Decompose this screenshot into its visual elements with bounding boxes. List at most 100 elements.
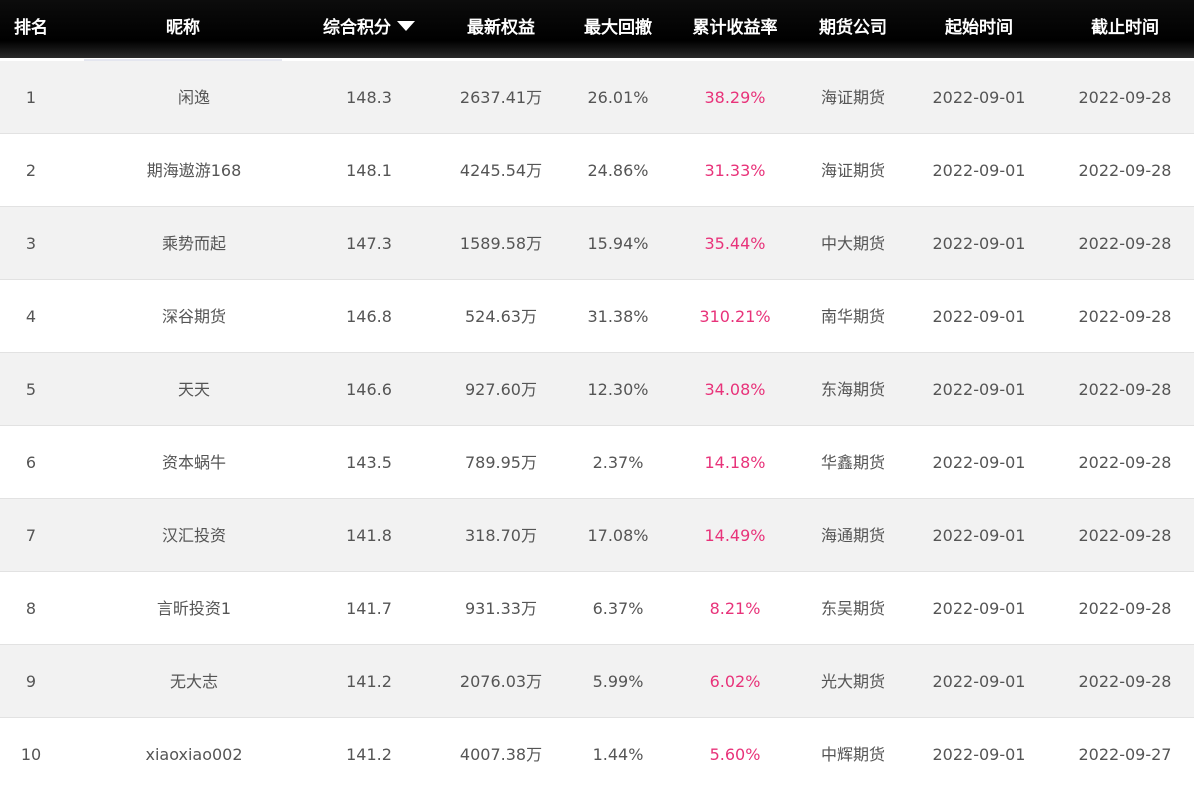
start-date-cell: 2022-09-01: [932, 526, 1026, 545]
rank-cell: 8: [25, 599, 37, 618]
equity-cell: 1589.58万: [459, 234, 543, 253]
end-date-cell: 2022-09-28: [1078, 88, 1172, 107]
score-cell: 141.8: [346, 526, 392, 545]
return-cell: 8.21%: [709, 599, 761, 618]
table-row[interactable]: 6 资本蜗牛 143.5 789.95万 2.37% 14.18% 华鑫期货 2022-09-…: [0, 426, 1194, 499]
start-date-cell: 2022-09-01: [932, 599, 1026, 618]
return-cell: 34.08%: [704, 380, 766, 399]
header-start[interactable]: 起始时间: [912, 0, 1046, 58]
equity-cell: 524.63万: [465, 307, 537, 326]
end-date-cell: 2022-09-28: [1078, 599, 1172, 618]
ranking-table: 排名 昵称 综合积分 最新权益 最大回撤 累计收益率 期货公司 起始时间 截止时…: [0, 0, 1194, 788]
table-row[interactable]: 1 闲逸 148.3 2637.41万 26.01% 38.29% 海证期货 2022-09-…: [0, 61, 1194, 134]
header-rank[interactable]: 排名: [0, 0, 62, 58]
table-row[interactable]: 7 汉汇投资 141.8 318.70万 17.08% 14.49% 海通期货 2022-09…: [0, 499, 1194, 572]
nickname-cell: 闲逸: [177, 88, 210, 107]
table-row[interactable]: 3 乘势而起 147.3 1589.58万 15.94% 35.44% 中大期货 2022-0…: [0, 207, 1194, 280]
return-cell: 6.02%: [709, 672, 761, 691]
score-cell: 141.7: [346, 599, 392, 618]
rank-cell: 10: [20, 745, 42, 764]
equity-cell: 4245.54万: [459, 161, 543, 180]
start-date-cell: 2022-09-01: [932, 745, 1026, 764]
company-cell: 海证期货: [820, 88, 885, 107]
company-cell: 中辉期货: [820, 745, 885, 764]
start-date-cell: 2022-09-01: [932, 88, 1026, 107]
header-score-label: 综合积分: [323, 18, 391, 38]
drawdown-cell: 17.08%: [587, 526, 649, 545]
sort-down-triangle-icon[interactable]: [397, 21, 415, 31]
table-row[interactable]: 9 无大志 141.2 2076.03万 5.99% 6.02% 光大期货 2022-09-0…: [0, 645, 1194, 718]
table-row[interactable]: 8 言昕投资1 141.7 931.33万 6.37% 8.21% 东吴期货 2022-09-…: [0, 572, 1194, 645]
equity-cell: 2076.03万: [459, 672, 543, 691]
company-cell: 华鑫期货: [820, 453, 885, 472]
rank-cell: 2: [25, 161, 37, 180]
company-cell: 南华期货: [820, 307, 885, 326]
end-date-cell: 2022-09-28: [1078, 380, 1172, 399]
score-cell: 146.8: [346, 307, 392, 326]
drawdown-cell: 6.37%: [592, 599, 644, 618]
equity-cell: 2637.41万: [459, 88, 543, 107]
start-date-cell: 2022-09-01: [932, 161, 1026, 180]
header-return[interactable]: 累计收益率: [676, 0, 794, 58]
end-date-cell: 2022-09-28: [1078, 453, 1172, 472]
header-score[interactable]: 综合积分: [306, 0, 432, 58]
start-date-cell: 2022-09-01: [932, 453, 1026, 472]
score-cell: 148.3: [346, 88, 392, 107]
rank-cell: 3: [25, 234, 37, 253]
company-cell: 东吴期货: [820, 599, 885, 618]
header-equity[interactable]: 最新权益: [436, 0, 566, 58]
equity-cell: 4007.38万: [459, 745, 543, 764]
end-date-cell: 2022-09-28: [1078, 234, 1172, 253]
start-date-cell: 2022-09-01: [932, 672, 1026, 691]
table-row[interactable]: 4 深谷期货 146.8 524.63万 31.38% 310.21% 南华期货 2022-0…: [0, 280, 1194, 353]
nickname-cell: 无大志: [169, 672, 218, 691]
table-row[interactable]: 10 xiaoxiao002 141.2 4007.38万 1.44% 5.60% 中辉期货…: [0, 718, 1194, 788]
company-cell: 东海期货: [820, 380, 885, 399]
table-row[interactable]: 5 天天 146.6 927.60万 12.30% 34.08% 东海期货 2022-09-0…: [0, 353, 1194, 426]
nickname-cell: xiaoxiao002: [145, 745, 243, 764]
start-date-cell: 2022-09-01: [932, 234, 1026, 253]
company-cell: 海证期货: [820, 161, 885, 180]
drawdown-cell: 26.01%: [587, 88, 649, 107]
equity-cell: 927.60万: [465, 380, 537, 399]
nickname-cell: 期海遨游168: [146, 161, 242, 180]
score-cell: 148.1: [346, 161, 392, 180]
nickname-cell: 天天: [177, 380, 210, 399]
company-cell: 中大期货: [820, 234, 885, 253]
drawdown-cell: 24.86%: [587, 161, 649, 180]
company-cell: 海通期货: [820, 526, 885, 545]
return-cell: 310.21%: [699, 307, 771, 326]
drawdown-cell: 12.30%: [587, 380, 649, 399]
return-cell: 31.33%: [704, 161, 766, 180]
rank-cell: 6: [25, 453, 37, 472]
nickname-cell: 深谷期货: [161, 307, 226, 326]
rank-cell: 5: [25, 380, 37, 399]
nickname-cell: 汉汇投资: [161, 526, 226, 545]
company-cell: 光大期货: [820, 672, 885, 691]
start-date-cell: 2022-09-01: [932, 380, 1026, 399]
score-cell: 147.3: [346, 234, 392, 253]
rank-cell: 1: [25, 88, 37, 107]
drawdown-cell: 5.99%: [592, 672, 644, 691]
score-cell: 146.6: [346, 380, 392, 399]
table-row[interactable]: 2 期海遨游168 148.1 4245.54万 24.86% 31.33% 海证期货 202…: [0, 134, 1194, 207]
header-end[interactable]: 截止时间: [1056, 0, 1194, 58]
drawdown-cell: 31.38%: [587, 307, 649, 326]
score-cell: 143.5: [346, 453, 392, 472]
header-company[interactable]: 期货公司: [800, 0, 906, 58]
table-header: 排名 昵称 综合积分 最新权益 最大回撤 累计收益率 期货公司 起始时间 截止时…: [0, 0, 1194, 58]
header-nickname[interactable]: 昵称: [84, 0, 282, 58]
nickname-cell: 言昕投资1: [156, 599, 232, 618]
end-date-cell: 2022-09-28: [1078, 526, 1172, 545]
return-cell: 5.60%: [709, 745, 761, 764]
header-drawdown[interactable]: 最大回撤: [568, 0, 668, 58]
end-date-cell: 2022-09-27: [1078, 745, 1172, 764]
nickname-cell: 资本蜗牛: [161, 453, 226, 472]
equity-cell: 931.33万: [465, 599, 537, 618]
equity-cell: 318.70万: [465, 526, 537, 545]
return-cell: 14.18%: [704, 453, 766, 472]
end-date-cell: 2022-09-28: [1078, 161, 1172, 180]
rank-cell: 9: [25, 672, 37, 691]
equity-cell: 789.95万: [465, 453, 537, 472]
score-cell: 141.2: [346, 672, 392, 691]
